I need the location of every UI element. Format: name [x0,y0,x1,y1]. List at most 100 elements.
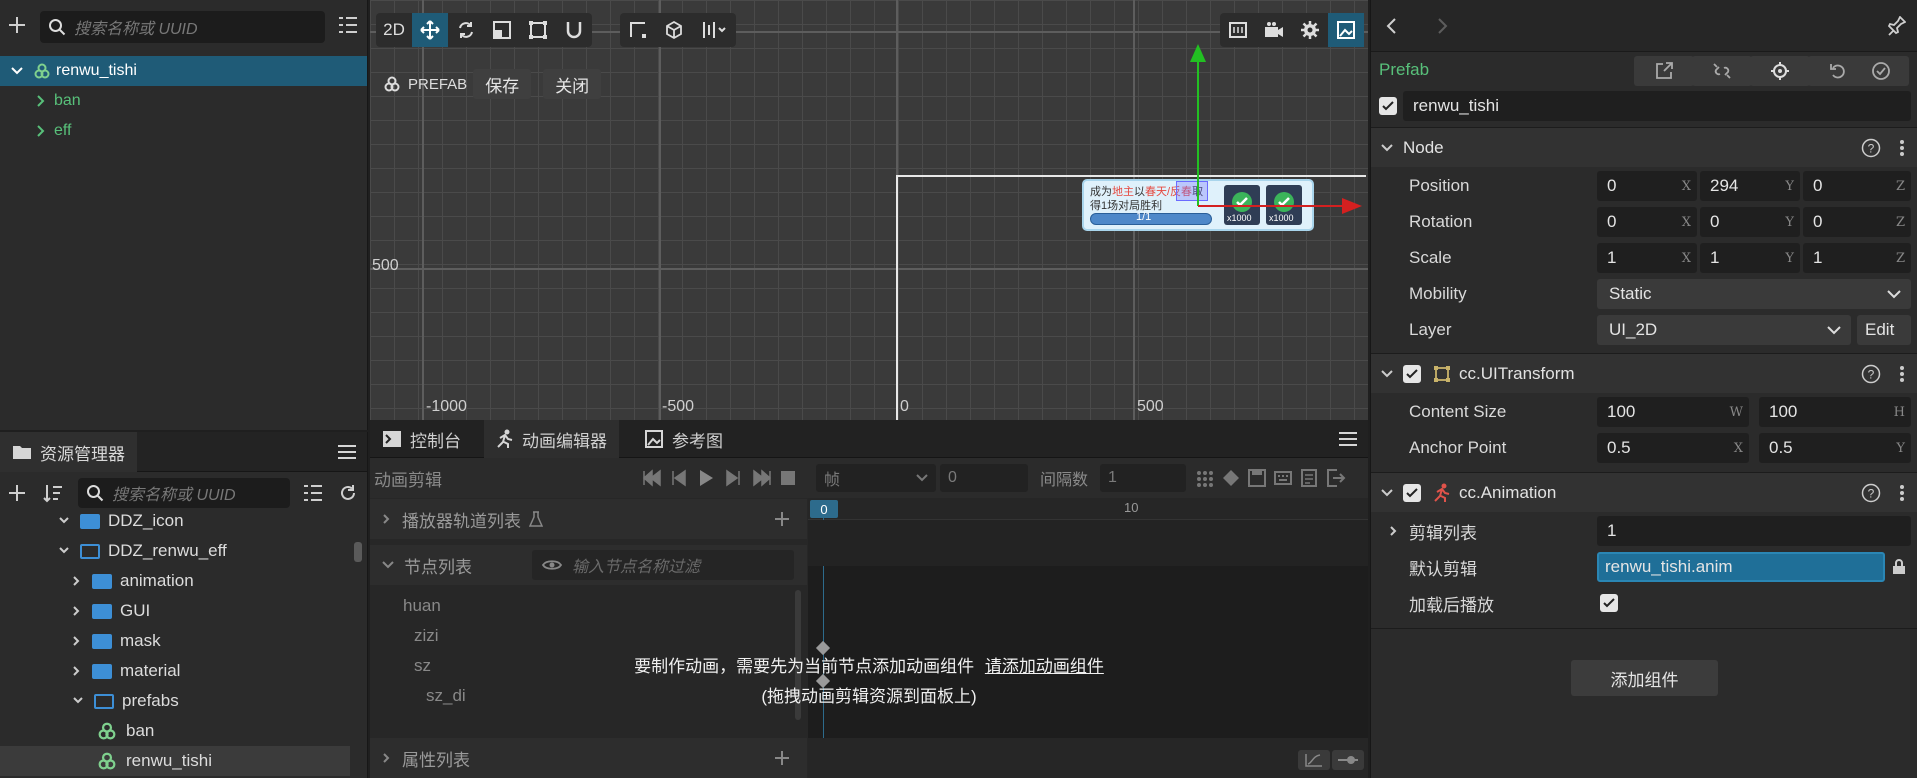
node-list-header[interactable]: 节点列表 输入节点名称过滤 [370,545,807,585]
space-button[interactable] [656,13,692,47]
rotation-y-input[interactable]: 0Y [1700,207,1800,237]
asset-item-folder[interactable]: GUI [72,596,150,626]
pivot-button[interactable] [620,13,656,47]
open-prefab-button[interactable] [1634,56,1694,86]
eye-icon[interactable] [542,558,562,572]
rotation-x-input[interactable]: 0X [1597,207,1697,237]
prev-frame-icon[interactable] [670,469,688,487]
anchor-y-input[interactable]: 0.5 Y [1759,433,1911,463]
apply-prefab-button[interactable] [1853,56,1909,86]
back-arrow-icon[interactable] [1385,17,1397,35]
tab-reference-image[interactable]: 参考图 [632,420,735,458]
sort-icon[interactable] [42,482,64,504]
position-z-input[interactable]: 0Z [1803,171,1911,201]
add-animation-link[interactable]: 请添加动画组件 [985,657,1104,676]
tree-node-child[interactable]: ban [0,86,367,116]
rotate-tool-button[interactable] [448,13,484,47]
anchor-x-input[interactable]: 0.5 X [1597,433,1749,463]
play-icon[interactable] [698,469,714,487]
forward-arrow-icon[interactable] [1437,17,1449,35]
chevron-right-icon[interactable] [36,124,46,138]
asset-item-folder[interactable]: animation [72,566,194,596]
keyboard-icon[interactable] [1274,469,1292,487]
asset-item-folder[interactable]: DDZ_renwu_eff [58,536,227,566]
lock-icon[interactable] [1891,559,1907,575]
next-frame-icon[interactable] [724,469,742,487]
position-x-input[interactable]: 0X [1597,171,1697,201]
node-item[interactable]: zizi [414,626,439,646]
chevron-down-icon[interactable] [1381,488,1393,498]
pin-icon[interactable] [1888,16,1906,36]
asset-item-folder[interactable]: prefabs [72,686,179,716]
assets-search-input[interactable]: 搜索名称或 UUID [78,478,290,508]
keyframe-toggle-button[interactable] [1332,750,1364,770]
add-node-icon[interactable] [6,14,28,36]
content-width-input[interactable]: 100 W [1597,397,1749,427]
keyframe-icon[interactable] [1222,469,1240,487]
more-vertical-icon[interactable] [1899,139,1905,157]
interval-input[interactable]: 1 [1100,464,1186,492]
gizmo-y-axis[interactable] [1197,58,1199,206]
add-asset-icon[interactable] [6,482,28,504]
chevron-right-icon[interactable] [72,665,82,677]
asset-item-folder[interactable]: DDZ_icon [58,506,184,536]
rect-tool-button[interactable] [520,13,556,47]
node-section-header[interactable]: Node ? [1371,127,1917,167]
asset-item-prefab[interactable]: ban [98,716,154,746]
help-icon[interactable]: ? [1861,364,1881,384]
chevron-right-icon[interactable] [382,513,392,525]
list-view-icon[interactable] [302,483,324,503]
chevron-right-icon[interactable] [72,575,82,587]
hierarchy-search-input[interactable]: 搜索名称或 UUID [40,11,325,43]
frame-input[interactable]: 0 [940,464,1028,492]
scale-z-input[interactable]: 1Z [1803,243,1911,273]
timeline-ruler[interactable]: 10 [808,498,1368,520]
help-icon[interactable]: ? [1861,483,1881,503]
mobility-select[interactable]: Static [1597,279,1911,309]
gizmo-x-axis[interactable] [1198,205,1348,207]
add-property-icon[interactable] [773,749,791,767]
unlink-prefab-button[interactable] [1692,56,1752,86]
curve-button[interactable] [1298,750,1330,770]
uitransform-header[interactable]: cc.UITransform ? [1371,353,1917,393]
help-icon[interactable]: ? [1861,138,1881,158]
move-tool-button[interactable] [412,13,448,47]
gizmo-x-arrow[interactable] [1342,198,1362,214]
grid-dots-icon[interactable] [1196,470,1214,488]
jump-first-icon[interactable] [642,469,662,487]
node-item[interactable]: huan [403,596,441,616]
mode-2d-button[interactable]: 2D [376,13,412,47]
chevron-right-icon[interactable] [36,94,46,108]
chevron-down-icon[interactable] [58,515,70,527]
node-active-checkbox[interactable] [1379,97,1397,115]
add-component-button[interactable]: 添加组件 [1571,660,1718,696]
property-list-header[interactable]: 属性列表 [370,738,807,778]
add-track-icon[interactable] [773,510,791,528]
menu-icon[interactable] [337,443,357,461]
chevron-down-icon[interactable] [1381,369,1393,379]
stop-icon[interactable] [780,470,796,486]
default-clip-asset-field[interactable]: renwu_tishi.anim [1597,552,1885,582]
more-vertical-icon[interactable] [1899,365,1905,383]
asset-item-folder[interactable]: mask [72,626,161,656]
player-tracks-header[interactable]: 播放器轨道列表 [370,499,807,539]
animation-component-header[interactable]: cc.Animation ? [1371,472,1917,512]
jump-last-icon[interactable] [752,469,772,487]
tree-node-root[interactable]: renwu_tishi [0,56,367,86]
chevron-right-icon[interactable] [72,635,82,647]
node-name-input[interactable]: renwu_tishi [1403,91,1911,121]
chevron-down-icon[interactable] [72,695,84,707]
node-filter-input[interactable]: 输入节点名称过滤 [532,550,794,580]
playhead-label[interactable]: 0 [810,500,838,518]
align-button[interactable] [692,13,736,47]
chevron-down-icon[interactable] [10,64,24,78]
chevron-right-icon[interactable] [72,605,82,617]
close-prefab-button[interactable]: 关闭 [543,69,602,99]
asset-item-prefab-selected[interactable]: renwu_tishi [0,746,350,776]
frame-unit-select[interactable]: 帧 [816,464,936,492]
chevron-right-icon[interactable] [1389,525,1399,537]
tab-animation-editor[interactable]: 动画编辑器 [484,420,619,458]
refresh-icon[interactable] [338,483,358,503]
layer-select[interactable]: UI_2D [1597,315,1851,345]
chevron-down-icon[interactable] [58,545,70,557]
